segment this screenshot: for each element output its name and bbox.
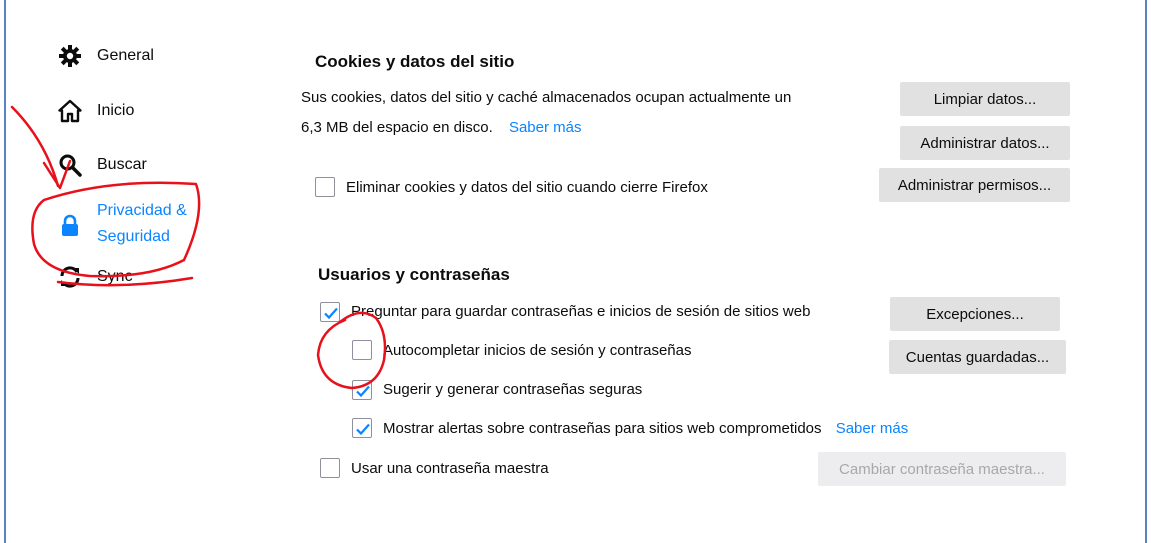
lock-icon bbox=[62, 214, 78, 236]
home-icon bbox=[58, 99, 82, 123]
checkmark-icon bbox=[356, 385, 370, 398]
ask-to-save-logins-label: Preguntar para guardar contraseñas e ini… bbox=[351, 303, 811, 320]
sync-icon bbox=[60, 266, 80, 288]
master-password-label: Usar una contraseña maestra bbox=[351, 460, 549, 477]
logins-section-title: Usuarios y contraseñas bbox=[318, 265, 510, 284]
breach-alerts-text: Mostrar alertas sobre contraseñas para s… bbox=[383, 420, 822, 437]
sidebar-item-label: Sync bbox=[97, 268, 133, 285]
cookies-size-text: 6,3 MB del espacio en disco. bbox=[301, 119, 493, 136]
breach-alerts-checkbox[interactable] bbox=[352, 418, 372, 438]
sidebar-item-label: Buscar bbox=[97, 156, 147, 173]
sidebar-item-label-line2: Seguridad bbox=[97, 228, 170, 245]
change-master-password-button[interactable]: Cambiar contraseña maestra... bbox=[818, 452, 1066, 486]
sidebar-item-label: General bbox=[97, 47, 154, 64]
sidebar-item-label: Inicio bbox=[97, 102, 135, 119]
master-password-checkbox[interactable] bbox=[320, 458, 340, 478]
search-icon bbox=[59, 154, 82, 177]
cookies-section-title: Cookies y datos del sitio bbox=[315, 52, 515, 71]
annotation-arrow-line bbox=[10, 105, 60, 188]
delete-cookies-on-close-checkbox[interactable] bbox=[315, 177, 335, 197]
sidebar-item-sync[interactable]: Sync bbox=[58, 257, 133, 297]
breach-alerts-label: Mostrar alertas sobre contraseñas para s… bbox=[383, 418, 908, 440]
checkmark-icon bbox=[324, 307, 338, 320]
suggest-passwords-checkbox[interactable] bbox=[352, 380, 372, 400]
cookies-learn-more-link[interactable]: Saber más bbox=[509, 119, 582, 136]
autofill-logins-label: Autocompletar inicios de sesión y contra… bbox=[383, 342, 692, 359]
gear-icon bbox=[59, 45, 81, 67]
autofill-logins-checkbox[interactable] bbox=[352, 340, 372, 360]
sidebar-item-buscar[interactable]: Buscar bbox=[58, 145, 147, 185]
window-frame-left bbox=[4, 0, 6, 543]
exceptions-button[interactable]: Excepciones... bbox=[890, 297, 1060, 331]
window-frame-right bbox=[1145, 0, 1147, 543]
sidebar-item-general[interactable]: General bbox=[58, 36, 154, 76]
suggest-passwords-label: Sugerir y generar contraseñas seguras bbox=[383, 381, 643, 398]
sidebar-item-privacy-security[interactable]: Privacidad & Seguridad bbox=[58, 198, 187, 250]
clear-data-button[interactable]: Limpiar datos... bbox=[900, 82, 1070, 116]
sidebar-item-inicio[interactable]: Inicio bbox=[58, 91, 134, 131]
manage-data-button[interactable]: Administrar datos... bbox=[900, 126, 1070, 160]
breach-learn-more-link[interactable]: Saber más bbox=[836, 420, 909, 437]
saved-logins-button[interactable]: Cuentas guardadas... bbox=[889, 340, 1066, 374]
sidebar-item-label: Privacidad & bbox=[97, 202, 187, 219]
cookies-description-size: 6,3 MB del espacio en disco. Saber más bbox=[301, 117, 582, 139]
manage-permissions-button[interactable]: Administrar permisos... bbox=[879, 168, 1070, 202]
delete-cookies-on-close-label: Eliminar cookies y datos del sitio cuand… bbox=[346, 179, 708, 196]
cookies-description: Sus cookies, datos del sitio y caché alm… bbox=[301, 89, 792, 106]
checkmark-icon bbox=[356, 423, 370, 436]
ask-to-save-logins-checkbox[interactable] bbox=[320, 302, 340, 322]
